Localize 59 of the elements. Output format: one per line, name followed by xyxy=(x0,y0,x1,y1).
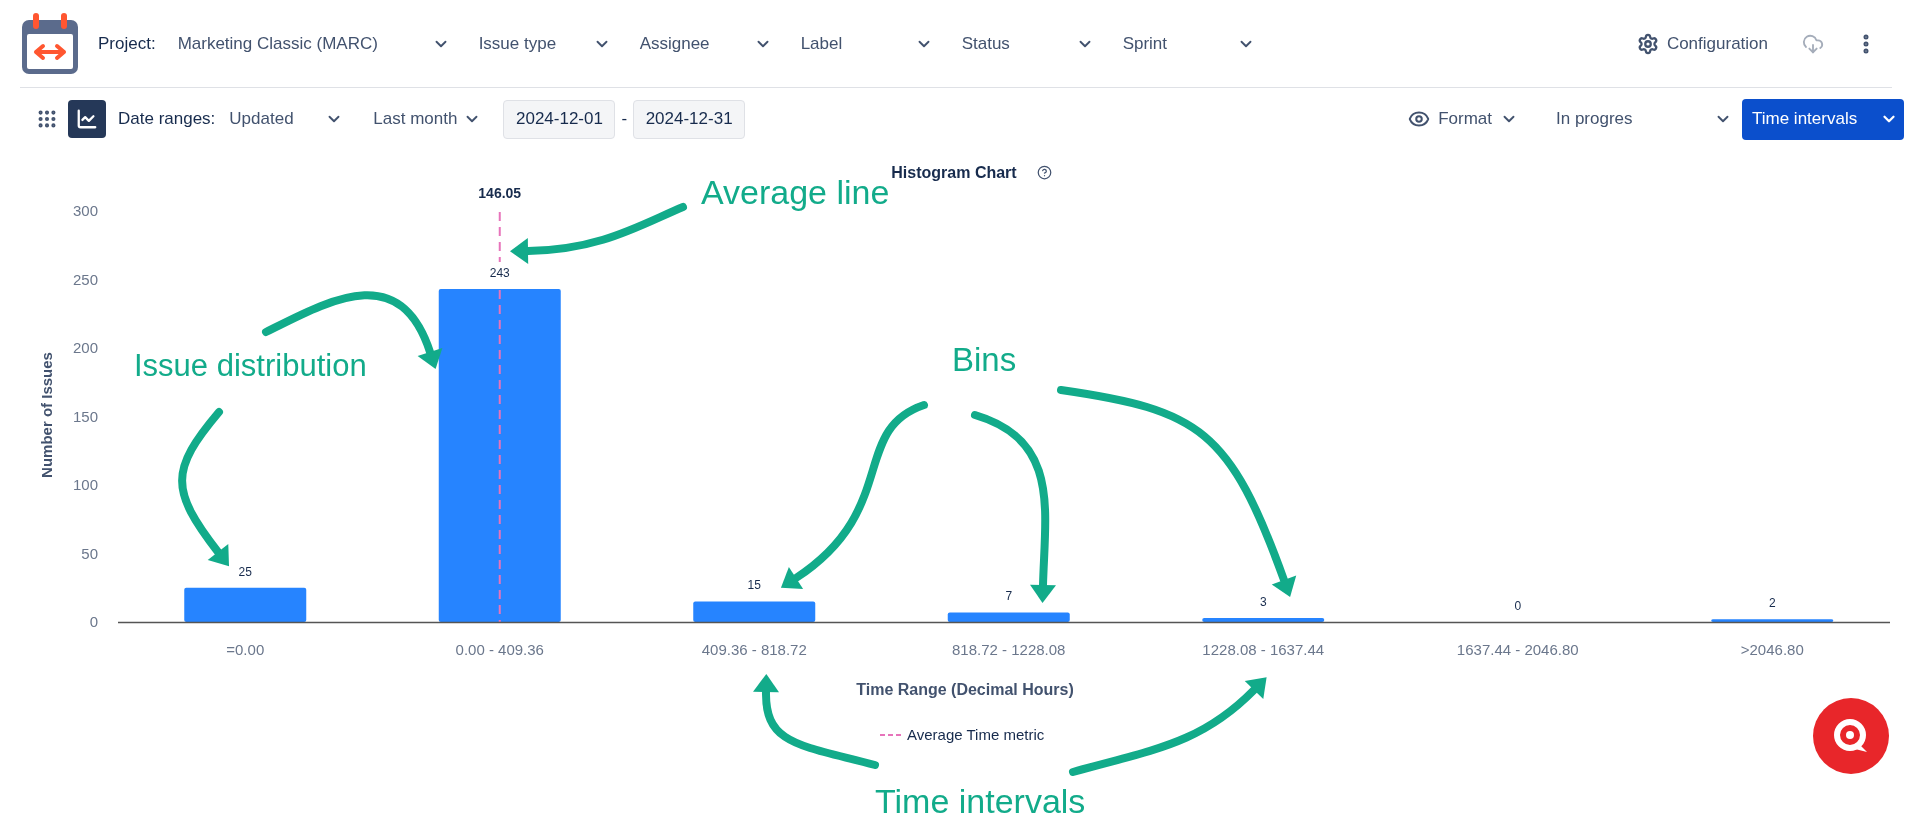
line-chart-icon xyxy=(76,108,98,130)
time-intervals-button[interactable]: Time intervals xyxy=(1742,98,1904,140)
category-label: =0.00 xyxy=(226,641,265,658)
category-label: 0.00 - 409.36 xyxy=(455,641,544,658)
help-icon[interactable] xyxy=(1037,165,1052,180)
chart-title: Histogram Chart xyxy=(891,164,1017,181)
histogram-bar[interactable] xyxy=(1202,617,1325,622)
category-label: 1637.44 - 2046.80 xyxy=(1456,641,1579,658)
filter-dropdown[interactable]: Marketing Classic (MARC) xyxy=(177,30,478,57)
category-label: 1228.08 - 1637.44 xyxy=(1202,641,1325,658)
callout-label: Average line xyxy=(701,175,890,209)
category-label: >2046.80 xyxy=(1740,641,1804,658)
legend-label: Average Time metric xyxy=(907,726,1045,743)
bar-value-label: 0 xyxy=(1514,599,1522,613)
axis-tick-label: 100 xyxy=(72,476,98,493)
axis-title: Time Range (Decimal Hours) xyxy=(856,681,1074,698)
date-ranges-label: Date ranges: xyxy=(118,108,216,131)
bar-value-label: 25 xyxy=(238,564,252,579)
filter-dropdown[interactable]: Assignee xyxy=(639,30,800,57)
histogram-bar[interactable] xyxy=(693,601,816,622)
progress-filter-dropdown[interactable]: In progres xyxy=(1556,106,1732,132)
legend-line-icon xyxy=(879,734,903,736)
callout-label: Issue distribution xyxy=(134,350,367,381)
callout-label: Bins xyxy=(952,343,1017,376)
average-value-label: 146.05 xyxy=(478,185,522,201)
axis-tick-label: 50 xyxy=(81,544,98,562)
end-date-field[interactable]: 2024-12-31 xyxy=(633,99,746,139)
histogram-bar[interactable] xyxy=(184,587,307,622)
histogram-bar[interactable] xyxy=(947,612,1070,622)
category-label: 409.36 - 818.72 xyxy=(701,641,807,658)
axis-tick-label: 0 xyxy=(89,613,98,630)
axis-tick-label: 150 xyxy=(72,407,98,425)
filter-dropdown[interactable]: Issue type xyxy=(478,30,639,57)
category-label: 818.72 - 1228.08 xyxy=(952,641,1066,658)
bar-value-label: 243 xyxy=(489,266,510,281)
format-dropdown[interactable]: Format xyxy=(1408,106,1518,132)
filter-dropdown[interactable]: Status xyxy=(961,30,1122,57)
axis-title: Number of Issues xyxy=(38,352,55,478)
bar-value-label: 2 xyxy=(1768,596,1776,611)
cloud-download-icon[interactable] xyxy=(1802,32,1824,55)
callout-label: Time intervals xyxy=(875,784,1086,818)
bar-value-label: 15 xyxy=(747,578,761,593)
chart-view-button[interactable] xyxy=(68,100,106,138)
axis-tick-label: 300 xyxy=(72,202,98,219)
filter-dropdown[interactable]: Sprint xyxy=(1122,30,1283,57)
project-label: Project: xyxy=(98,32,156,55)
grid-icon xyxy=(36,108,58,130)
bar-value-label: 7 xyxy=(1005,589,1013,604)
calendar-logo-icon xyxy=(20,11,80,76)
date-field-dropdown[interactable]: Updated xyxy=(229,106,352,132)
axis-tick-label: 250 xyxy=(72,270,98,288)
bar-value-label: 3 xyxy=(1259,594,1267,609)
configuration-button[interactable]: Configuration xyxy=(1636,30,1768,57)
axis-tick-label: 200 xyxy=(72,339,98,356)
start-date-field[interactable]: 2024-12-01 xyxy=(503,99,616,139)
settings-icon xyxy=(1636,32,1659,55)
date-separator: - xyxy=(621,108,628,131)
filter-dropdown[interactable]: Label xyxy=(800,30,961,57)
period-dropdown[interactable]: Last month xyxy=(373,106,482,132)
